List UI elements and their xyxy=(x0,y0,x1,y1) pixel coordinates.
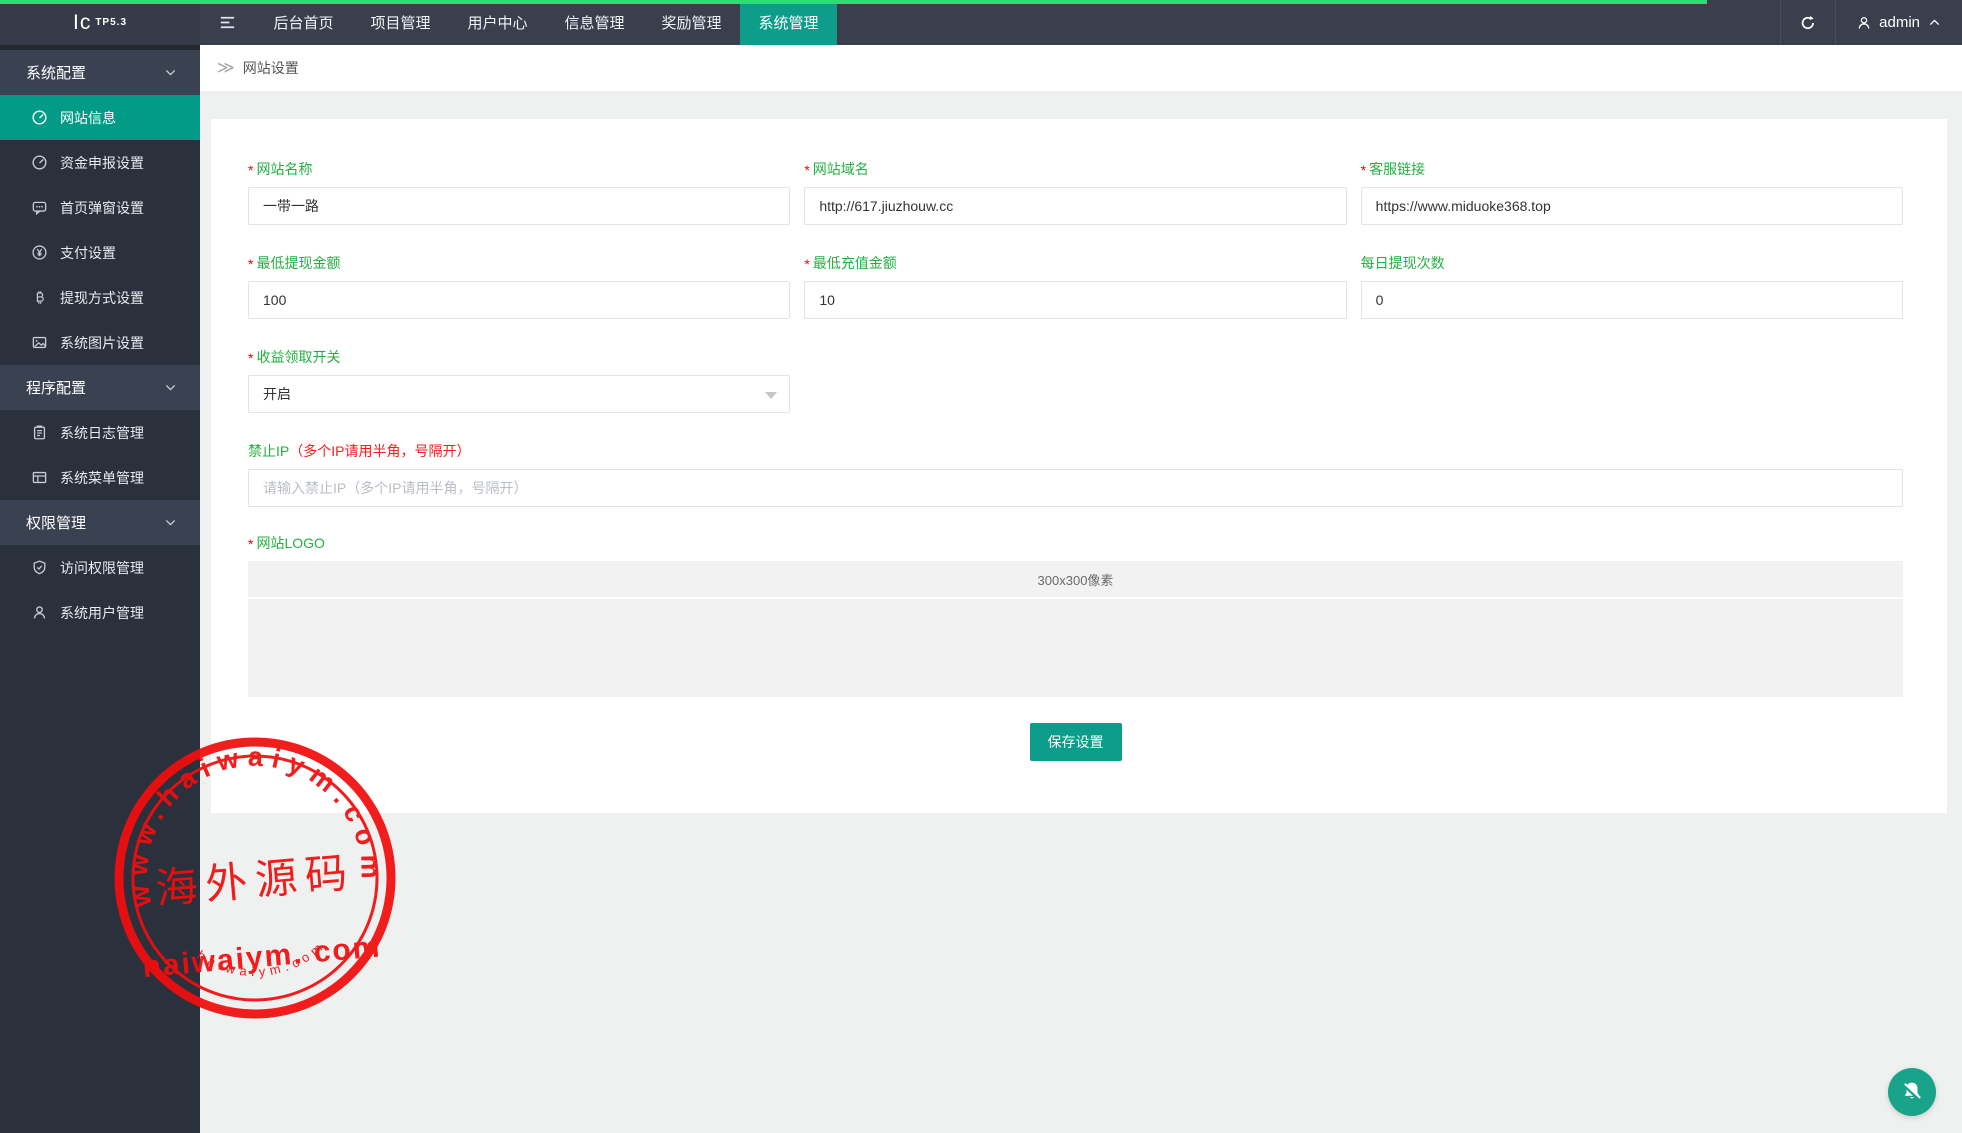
required-asterisk: * xyxy=(804,162,809,178)
admin-menu[interactable]: admin xyxy=(1836,0,1962,45)
form-row-1: *网站名称 *网站域名 *客服链接 xyxy=(248,159,1903,225)
settings-form-card: *网站名称 *网站域名 *客服链接 *最低提现金额 *最低充值金额 xyxy=(211,119,1947,813)
sidebar-group-system-config[interactable]: 系统配置 xyxy=(0,50,200,95)
required-asterisk: * xyxy=(804,256,809,272)
tab-dashboard[interactable]: 后台首页 xyxy=(255,0,352,45)
refresh-icon[interactable] xyxy=(1780,0,1836,45)
chat-bubble-icon xyxy=(30,199,48,217)
gauge-icon xyxy=(30,109,48,127)
chevron-down-icon xyxy=(163,65,178,80)
chevron-down-icon xyxy=(765,392,777,399)
field-site-logo: *网站LOGO 300x300像素 xyxy=(248,533,1903,697)
app-logo: Ic TP5.3 xyxy=(0,0,200,45)
header-spacer xyxy=(837,0,1780,45)
page-title: 网站设置 xyxy=(243,58,299,78)
sidebar-group-program-config[interactable]: 程序配置 xyxy=(0,365,200,410)
tab-user-center[interactable]: 用户中心 xyxy=(449,0,546,45)
breadcrumb: ≫ 网站设置 xyxy=(200,45,1962,91)
site-name-input[interactable] xyxy=(248,187,790,225)
header-nav: 后台首页 项目管理 用户中心 信息管理 奖励管理 系统管理 xyxy=(255,0,837,45)
bell-off-icon xyxy=(1899,1079,1925,1105)
logo-version: TP5.3 xyxy=(95,17,127,28)
bitcoin-icon xyxy=(30,289,48,307)
image-icon xyxy=(30,334,48,352)
site-domain-input[interactable] xyxy=(804,187,1346,225)
forbidden-ip-note: （多个IP请用半角，号隔开） xyxy=(289,443,470,459)
min-recharge-label: 最低充值金额 xyxy=(813,255,897,271)
sidebar-item-payment[interactable]: 支付设置 xyxy=(0,230,200,275)
daily-withdraw-times-input[interactable] xyxy=(1361,281,1903,319)
page-load-progress-bar xyxy=(0,0,1707,4)
field-service-link: *客服链接 xyxy=(1361,159,1903,225)
field-site-domain: *网站域名 xyxy=(804,159,1346,225)
gauge-icon xyxy=(30,154,48,172)
sidebar-item-system-users[interactable]: 系统用户管理 xyxy=(0,590,200,635)
field-min-recharge: *最低充值金额 xyxy=(804,253,1346,319)
required-asterisk: * xyxy=(248,256,253,272)
shield-check-icon xyxy=(30,559,48,577)
sidebar-item-system-logs[interactable]: 系统日志管理 xyxy=(0,410,200,455)
sidebar-group-permissions[interactable]: 权限管理 xyxy=(0,500,200,545)
user-icon xyxy=(30,604,48,622)
top-header: Ic TP5.3 后台首页 项目管理 用户中心 信息管理 奖励管理 系统管理 a… xyxy=(0,0,1962,45)
field-daily-withdraw-times: 每日提现次数 xyxy=(1361,253,1903,319)
notification-mute-button[interactable] xyxy=(1888,1068,1936,1116)
chevron-down-icon xyxy=(163,515,178,530)
sidebar-item-system-images[interactable]: 系统图片设置 xyxy=(0,320,200,365)
field-forbidden-ip: 禁止IP（多个IP请用半角，号隔开） xyxy=(248,441,1903,507)
logo-upload-hint: 300x300像素 xyxy=(248,561,1903,597)
logo-upload-area[interactable] xyxy=(248,599,1903,697)
user-icon xyxy=(1856,15,1872,31)
tab-projects[interactable]: 项目管理 xyxy=(352,0,449,45)
service-link-input[interactable] xyxy=(1361,187,1903,225)
min-withdraw-label: 最低提现金额 xyxy=(256,255,340,271)
profit-switch-select[interactable]: 开启 xyxy=(248,375,790,413)
daily-withdraw-times-label: 每日提现次数 xyxy=(1361,255,1445,271)
field-min-withdraw: *最低提现金额 xyxy=(248,253,790,319)
sidebar-item-fund-report[interactable]: 资金申报设置 xyxy=(0,140,200,185)
save-button[interactable]: 保存设置 xyxy=(1030,723,1122,761)
site-logo-label: 网站LOGO xyxy=(256,535,324,551)
min-recharge-input[interactable] xyxy=(804,281,1346,319)
sidebar-item-access-permissions[interactable]: 访问权限管理 xyxy=(0,545,200,590)
chevron-down-icon xyxy=(163,380,178,395)
site-name-label: 网站名称 xyxy=(256,161,312,177)
layout-icon xyxy=(30,469,48,487)
yen-circle-icon xyxy=(30,244,48,262)
sidebar-item-home-popup[interactable]: 首页弹窗设置 xyxy=(0,185,200,230)
min-withdraw-input[interactable] xyxy=(248,281,790,319)
field-site-name: *网站名称 xyxy=(248,159,790,225)
service-link-label: 客服链接 xyxy=(1369,161,1425,177)
sidebar-item-system-menu[interactable]: 系统菜单管理 xyxy=(0,455,200,500)
profit-switch-label: 收益领取开关 xyxy=(256,349,340,365)
forbidden-ip-label: 禁止IP xyxy=(248,443,289,459)
profit-switch-value: 开启 xyxy=(263,384,291,404)
required-asterisk: * xyxy=(1361,162,1366,178)
tab-system[interactable]: 系统管理 xyxy=(740,0,837,45)
required-asterisk: * xyxy=(248,162,253,178)
required-asterisk: * xyxy=(248,350,253,366)
tab-rewards[interactable]: 奖励管理 xyxy=(643,0,740,45)
site-domain-label: 网站域名 xyxy=(813,161,869,177)
tab-information[interactable]: 信息管理 xyxy=(546,0,643,45)
form-row-2: *最低提现金额 *最低充值金额 每日提现次数 xyxy=(248,253,1903,319)
field-profit-switch: *收益领取开关 开启 xyxy=(248,347,790,413)
admin-username: admin xyxy=(1879,14,1920,31)
chevron-up-icon xyxy=(1927,15,1942,30)
logo-text: Ic xyxy=(73,11,91,35)
sidebar-item-site-info[interactable]: 网站信息 xyxy=(0,95,200,140)
sidebar: 系统配置 网站信息 资金申报设置 首页弹窗设置 支付设置 提现方式设置 xyxy=(0,45,200,1133)
sidebar-fold-icon[interactable] xyxy=(200,0,255,45)
sidebar-item-withdraw-method[interactable]: 提现方式设置 xyxy=(0,275,200,320)
clipboard-icon xyxy=(30,424,48,442)
forbidden-ip-input[interactable] xyxy=(248,469,1903,507)
main-area: ≫ 网站设置 *网站名称 *网站域名 *客服链接 *最低提现金额 xyxy=(200,45,1962,1133)
required-asterisk: * xyxy=(248,536,253,552)
breadcrumb-separator: ≫ xyxy=(217,58,235,78)
